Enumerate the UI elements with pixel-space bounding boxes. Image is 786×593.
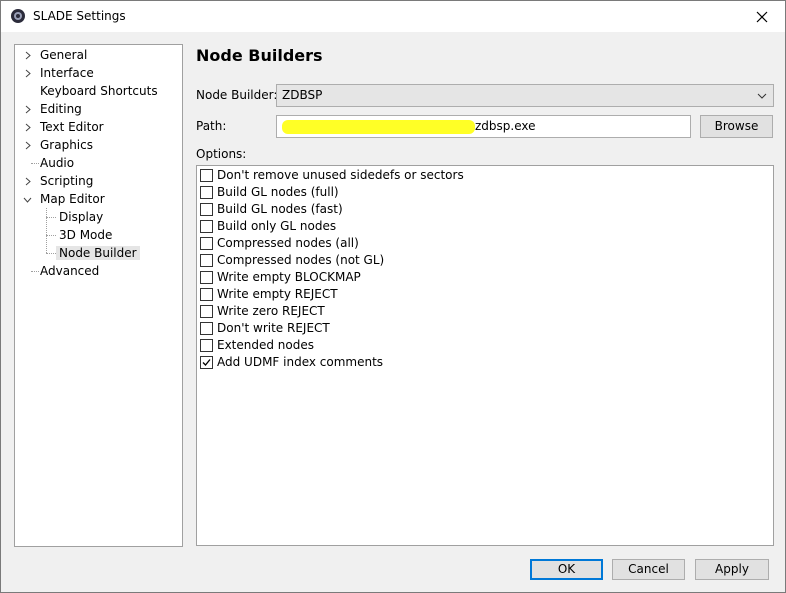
tree-item-audio[interactable]: Audio: [37, 154, 77, 172]
option-label: Build GL nodes (fast): [217, 202, 343, 216]
checkbox[interactable]: [200, 237, 213, 250]
tree-connector: [46, 253, 56, 254]
option-label: Write empty BLOCKMAP: [217, 270, 361, 284]
tree-item-general[interactable]: General: [37, 46, 90, 64]
tree-item-label: 3D Mode: [59, 228, 113, 242]
checkbox[interactable]: [200, 305, 213, 318]
checkbox[interactable]: [200, 186, 213, 199]
chevron-right-icon[interactable]: [24, 123, 33, 132]
checkbox[interactable]: [200, 322, 213, 335]
chevron-right-icon[interactable]: [24, 141, 33, 150]
chevron-right-icon[interactable]: [24, 177, 33, 186]
tree-item-label: Audio: [40, 156, 75, 170]
redaction-mark: [282, 120, 475, 134]
checkbox[interactable]: [200, 339, 213, 352]
tree-connector: [46, 217, 56, 218]
option-label: Don't write REJECT: [217, 321, 330, 335]
option-label: Write empty REJECT: [217, 287, 338, 301]
tree-item-keyboard-shortcuts[interactable]: Keyboard Shortcuts: [37, 82, 161, 100]
option-label: Compressed nodes (not GL): [217, 253, 385, 267]
checkbox[interactable]: [200, 288, 213, 301]
ok-button[interactable]: OK: [530, 559, 603, 580]
tree-item-label: Scripting: [40, 174, 94, 188]
tree-item-label: Display: [59, 210, 104, 224]
checkbox[interactable]: [200, 271, 213, 284]
chevron-right-icon[interactable]: [24, 51, 33, 60]
tree-item-text-editor[interactable]: Text Editor: [37, 118, 107, 136]
tree-item-label: Advanced: [40, 264, 100, 278]
tree-item-3d-mode[interactable]: 3D Mode: [56, 226, 115, 244]
checkbox[interactable]: [200, 203, 213, 216]
tree-item-editing[interactable]: Editing: [37, 100, 85, 118]
tree-item-interface[interactable]: Interface: [37, 64, 97, 82]
tree-item-label: Graphics: [40, 138, 93, 152]
tree-connector: [46, 235, 56, 236]
cancel-button[interactable]: Cancel: [612, 559, 685, 580]
chevron-down-icon: [757, 93, 767, 99]
tree-item-label: Editing: [40, 102, 82, 116]
checkbox-checked[interactable]: [200, 356, 213, 369]
checkbox[interactable]: [200, 254, 213, 267]
tree-item-graphics[interactable]: Graphics: [37, 136, 96, 154]
checkbox[interactable]: [200, 169, 213, 182]
node-builder-value: ZDBSP: [282, 88, 323, 102]
option-label: Build GL nodes (full): [217, 185, 339, 199]
chevron-right-icon[interactable]: [24, 69, 33, 78]
path-input[interactable]: zdbsp.exe: [276, 115, 691, 138]
chevron-down-icon[interactable]: [23, 196, 32, 205]
tree-item-label: Map Editor: [40, 192, 105, 206]
window-title: SLADE Settings: [33, 9, 126, 23]
tree-item-label: Keyboard Shortcuts: [40, 84, 158, 98]
tree-item-node-builder[interactable]: Node Builder: [56, 244, 140, 262]
option-label: Compressed nodes (all): [217, 236, 359, 250]
settings-window: SLADE Settings General Interface Keyboar…: [0, 0, 786, 593]
page-title: Node Builders: [196, 46, 323, 65]
tree-item-display[interactable]: Display: [56, 208, 106, 226]
apply-button[interactable]: Apply: [695, 559, 769, 580]
tree-item-label: Text Editor: [40, 120, 104, 134]
chevron-right-icon[interactable]: [24, 105, 33, 114]
close-icon: [756, 11, 768, 22]
tree-connector: [46, 208, 47, 253]
option-label: Don't remove unused sidedefs or sectors: [217, 168, 464, 182]
check-icon: [202, 359, 211, 366]
tree-item-map-editor[interactable]: Map Editor: [37, 190, 108, 208]
tree-item-label: Interface: [40, 66, 94, 80]
tree-item-label: General: [40, 48, 88, 62]
tree-item-advanced[interactable]: Advanced: [37, 262, 102, 280]
option-label: Write zero REJECT: [217, 304, 325, 318]
options-list: Don't remove unused sidedefs or sectors …: [196, 165, 774, 546]
options-label: Options:: [196, 147, 247, 161]
tree-item-scripting[interactable]: Scripting: [37, 172, 96, 190]
tree-item-label: Node Builder: [56, 246, 140, 260]
node-builder-select[interactable]: ZDBSP: [276, 84, 774, 107]
path-value: zdbsp.exe: [475, 119, 536, 133]
gear-icon: [11, 9, 25, 23]
option-label: Build only GL nodes: [217, 219, 337, 233]
close-button[interactable]: [739, 1, 785, 32]
option-label: Add UDMF index comments: [217, 355, 384, 369]
settings-tree[interactable]: General Interface Keyboard Shortcuts Edi…: [14, 44, 183, 547]
node-builder-label: Node Builder:: [196, 88, 278, 102]
path-label: Path:: [196, 119, 227, 133]
browse-button[interactable]: Browse: [700, 115, 773, 138]
checkbox[interactable]: [200, 220, 213, 233]
title-bar[interactable]: SLADE Settings: [1, 1, 785, 32]
option-label: Extended nodes: [217, 338, 315, 352]
